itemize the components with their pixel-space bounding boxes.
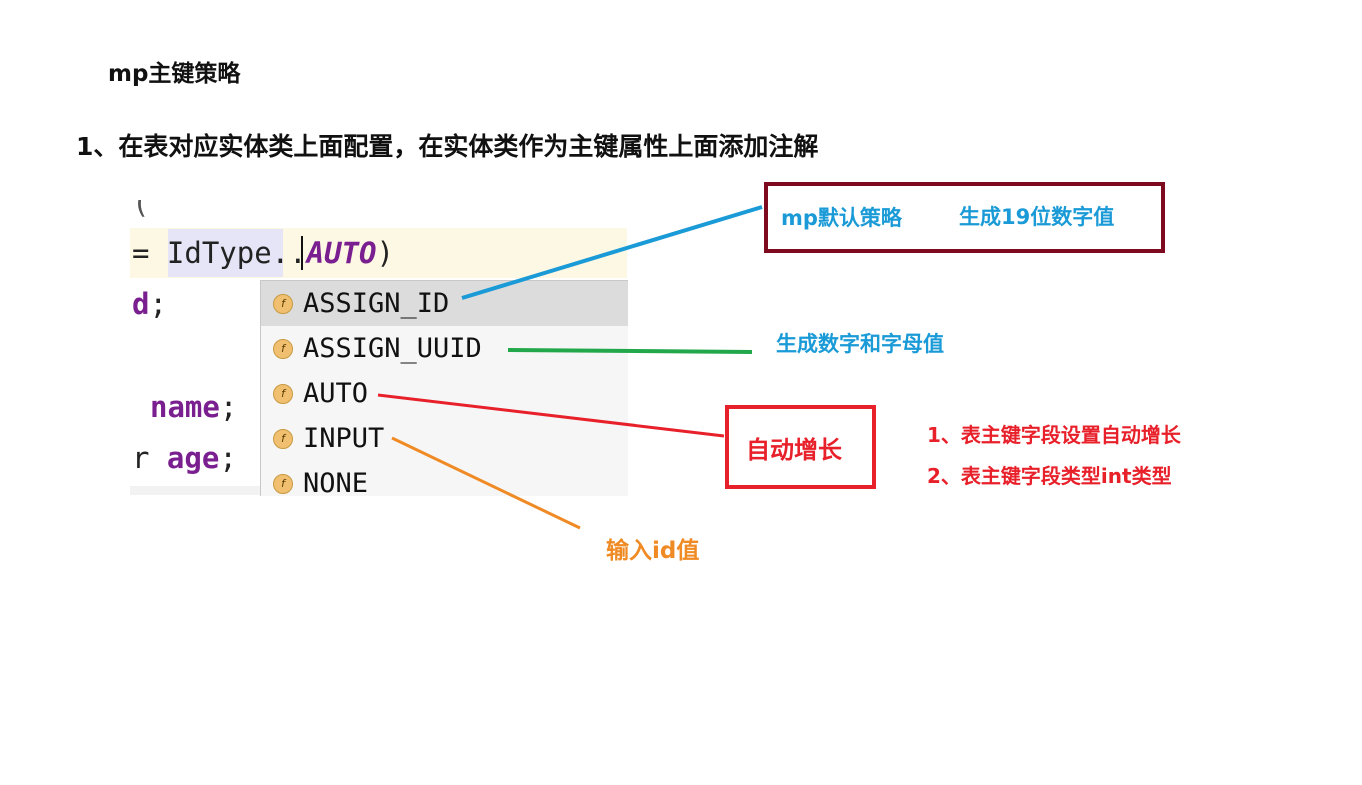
input-note: 输入id值 [606, 538, 700, 564]
annotation-lines [377, 205, 763, 530]
uuid-note: 生成数字和字母值 [776, 332, 944, 356]
red-arrow-line [377, 393, 725, 438]
auto-note-1: 1、表主键字段设置自动增长 [927, 423, 1181, 447]
gen19-label: 生成19位数字值 [959, 205, 1115, 229]
auto-increment-label: 自动增长 [746, 436, 842, 464]
blue-arrow-line [461, 205, 763, 300]
default-strategy-label: mp默认策略 [781, 206, 902, 230]
green-arrow-line [507, 348, 753, 354]
orange-arrow-line [391, 436, 581, 530]
auto-note-2: 2、表主键字段类型int类型 [927, 464, 1172, 488]
